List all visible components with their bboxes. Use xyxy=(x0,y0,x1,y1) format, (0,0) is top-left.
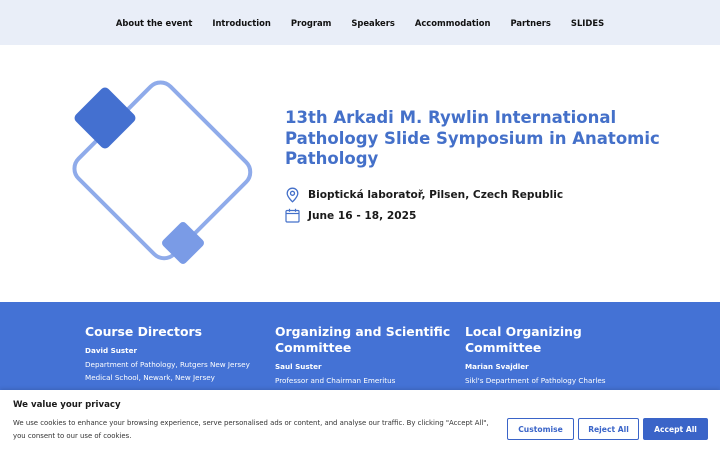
nav-program[interactable]: Program xyxy=(291,18,332,28)
event-date: June 16 - 18, 2025 xyxy=(285,208,416,223)
course-directors-column: Course Directors David Suster Department… xyxy=(85,324,265,384)
event-title: 13th Arkadi M. Rywlin International Path… xyxy=(285,108,660,168)
diamond-square-large xyxy=(74,87,136,149)
course-directors-heading: Course Directors xyxy=(85,324,202,339)
organizing-committee-heading: Organizing and Scientific Committee xyxy=(275,324,451,355)
nav-partners[interactable]: Partners xyxy=(510,18,550,28)
top-navigation: About the event Introduction Program Spe… xyxy=(0,0,720,45)
cookie-consent-banner: We value your privacy We use cookies to … xyxy=(0,390,720,450)
nav-slides[interactable]: SLIDES xyxy=(571,18,604,28)
reject-all-button[interactable]: Reject All xyxy=(578,418,639,440)
person-description: Professor and Chairman Emeritus xyxy=(275,376,396,385)
decorative-diamond-graphic xyxy=(72,80,253,264)
map-pin-icon xyxy=(286,187,299,203)
hero-section: 13th Arkadi M. Rywlin International Path… xyxy=(0,45,720,302)
customise-button[interactable]: Customise xyxy=(507,418,574,440)
accept-all-button[interactable]: Accept All xyxy=(643,418,708,440)
person-description: Sikl's Department of Pathology Charles xyxy=(465,376,606,385)
calendar-icon xyxy=(285,208,300,223)
cookie-text: We use cookies to enhance your browsing … xyxy=(13,419,489,440)
nav-introduction[interactable]: Introduction xyxy=(212,18,270,28)
location-text: Bioptická laboratoř, Pilsen, Czech Repub… xyxy=(308,189,564,201)
nav-about-the-event[interactable]: About the event xyxy=(116,18,192,28)
person-name: Saul Suster xyxy=(275,362,322,371)
person-description: Department of Pathology, Rutgers New Jer… xyxy=(85,360,250,382)
person-name: David Suster xyxy=(85,346,138,355)
nav-accommodation[interactable]: Accommodation xyxy=(415,18,491,28)
date-text: June 16 - 18, 2025 xyxy=(308,209,417,222)
cookie-title: We value your privacy xyxy=(13,400,121,410)
person-name: Marian Svajdler xyxy=(465,362,529,371)
local-organizing-committee-column: Local Organizing Committee Marian Svajdl… xyxy=(465,324,645,387)
nav-speakers[interactable]: Speakers xyxy=(351,18,395,28)
local-organizing-committee-heading: Local Organizing Committee xyxy=(465,324,582,355)
organizing-committee-column: Organizing and Scientific Committee Saul… xyxy=(275,324,455,387)
event-location: Bioptická laboratoř, Pilsen, Czech Repub… xyxy=(285,187,563,203)
